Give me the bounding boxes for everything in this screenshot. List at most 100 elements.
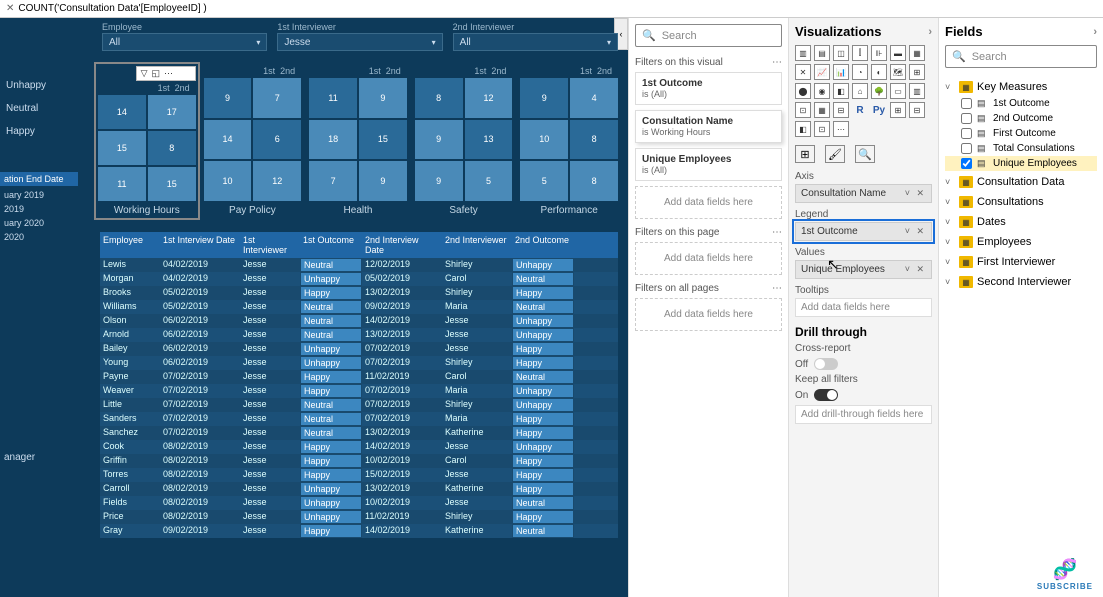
filter-card[interactable]: 1st Outcomeis (All)	[635, 72, 782, 105]
treemap-cell[interactable]: 9	[415, 161, 463, 201]
treemap-cell[interactable]: 14	[98, 95, 146, 129]
table-row[interactable]: Lewis04/02/2019JesseNeutral12/02/2019Shi…	[100, 258, 618, 272]
cross-report-toggle[interactable]	[814, 358, 838, 370]
expand-icon[interactable]: ˅	[945, 197, 955, 207]
viz-type-icon[interactable]: ⊪	[871, 45, 887, 61]
field-item[interactable]: ▤Total Consulations	[945, 141, 1097, 156]
viz-type-icon[interactable]: ⊞	[909, 64, 925, 80]
report-canvas[interactable]: ‹ EmployeeAll1st InterviewerJesse2nd Int…	[0, 18, 628, 597]
table-header-row[interactable]: Employee1st Interview Date1st Interviewe…	[100, 232, 618, 258]
treemap-cell[interactable]: 15	[98, 131, 146, 165]
chevron-right-icon[interactable]: ›	[928, 26, 932, 38]
treemap-cell[interactable]: 9	[359, 161, 407, 201]
table-row[interactable]: Cook08/02/2019JesseHappy14/02/2019JesseU…	[100, 440, 618, 454]
analytics-tab-icon[interactable]: 🔍	[855, 145, 875, 163]
table-row[interactable]: Sanchez07/02/2019JesseNeutral13/02/2019K…	[100, 426, 618, 440]
treemap-cell[interactable]: 11	[98, 167, 146, 201]
field-table-header[interactable]: ˅▦Consultation Data	[945, 173, 1097, 191]
treemap-cell[interactable]: 8	[415, 78, 463, 118]
table-row[interactable]: Williams05/02/2019JesseNeutral09/02/2019…	[100, 300, 618, 314]
table-row[interactable]: Carroll08/02/2019JesseUnhappy13/02/2019K…	[100, 482, 618, 496]
viz-type-icon[interactable]: ⊡	[814, 121, 830, 137]
field-checkbox[interactable]	[961, 98, 972, 109]
fields-search-input[interactable]: 🔍Search	[945, 45, 1097, 68]
treemap-cell[interactable]: 6	[253, 120, 301, 160]
date-filter-item[interactable]: uary 2019	[0, 188, 78, 202]
focus-icon[interactable]: ◱	[152, 68, 161, 79]
field-table-header[interactable]: ˅▦Employees	[945, 233, 1097, 251]
expand-icon[interactable]: ˅	[945, 277, 955, 287]
table-header-cell[interactable]: 1st Interview Date	[160, 232, 240, 258]
table-header-cell[interactable]: 1st Outcome	[300, 232, 362, 258]
treemap-cell[interactable]: 12	[465, 78, 513, 118]
table-row[interactable]: Young06/02/2019JesseUnhappy07/02/2019Shi…	[100, 356, 618, 370]
field-table-header[interactable]: ˅▦Key Measures	[945, 78, 1097, 96]
date-filter-item[interactable]: 2020	[0, 230, 78, 244]
fields-tab-icon[interactable]: ⊞	[795, 145, 815, 163]
viz-type-icon[interactable]: ▥	[795, 45, 811, 61]
viz-type-icon[interactable]: ▥	[909, 83, 925, 99]
axis-well[interactable]: Consultation Name˅ ✕	[795, 184, 932, 203]
field-item[interactable]: ▤First Outcome	[945, 126, 1097, 141]
table-row[interactable]: Gray09/02/2019JesseHappy14/02/2019Kather…	[100, 524, 618, 538]
viz-type-icon[interactable]: 📈	[814, 64, 830, 80]
format-tab-icon[interactable]: 🖌	[825, 145, 845, 163]
date-slicer-header[interactable]: ation End Date	[0, 172, 78, 186]
values-well[interactable]: Unique Employees˅ ✕	[795, 260, 932, 279]
treemap-cell[interactable]: 5	[520, 161, 568, 201]
treemap-cell[interactable]: 7	[309, 161, 357, 201]
table-row[interactable]: Price08/02/2019JesseUnhappy11/02/2019Shi…	[100, 510, 618, 524]
subscribe-badge[interactable]: 🧬 SUBSCRIBE	[1037, 557, 1093, 591]
all-filter-drop[interactable]: Add data fields here	[635, 298, 782, 331]
tooltips-well[interactable]: Add data fields here	[795, 298, 932, 317]
slicer-dropdown[interactable]: All	[453, 33, 618, 51]
field-checkbox[interactable]	[961, 128, 972, 139]
table-header-cell[interactable]: 2nd Interviewer	[442, 232, 512, 258]
filter-icon[interactable]: ▽	[141, 68, 148, 79]
viz-type-icon[interactable]: R	[852, 102, 868, 118]
expand-icon[interactable]: ˅	[945, 177, 955, 187]
viz-type-icon[interactable]: ⋯	[833, 121, 849, 137]
viz-type-icon[interactable]: ◉	[814, 83, 830, 99]
treemap-visual[interactable]: 14171581115	[98, 95, 196, 201]
treemap-cell[interactable]: 4	[570, 78, 618, 118]
table-header-cell[interactable]: 2nd Interview Date	[362, 232, 442, 258]
treemap-cell[interactable]: 13	[465, 120, 513, 160]
outcome-filter-item[interactable]: Neutral	[0, 97, 78, 120]
viz-type-icon[interactable]: ✕	[795, 64, 811, 80]
viz-type-icon[interactable]: ◔	[852, 64, 868, 80]
viz-type-icon[interactable]: ▭	[890, 83, 906, 99]
table-header-cell[interactable]: 2nd Outcome	[512, 232, 574, 258]
treemap-cell[interactable]: 10	[520, 120, 568, 160]
viz-type-icon[interactable]: ▦	[814, 102, 830, 118]
well-actions[interactable]: ˅ ✕	[905, 264, 926, 275]
viz-type-icon[interactable]: ⬤	[795, 83, 811, 99]
page-filter-drop[interactable]: Add data fields here	[635, 242, 782, 275]
table-row[interactable]: Bailey06/02/2019JesseUnhappy07/02/2019Je…	[100, 342, 618, 356]
table-row[interactable]: Weaver07/02/2019JesseHappy07/02/2019Mari…	[100, 384, 618, 398]
viz-type-icon[interactable]: ◐	[871, 64, 887, 80]
treemap-cell[interactable]: 15	[359, 120, 407, 160]
table-row[interactable]: Torres08/02/2019JesseHappy15/02/2019Jess…	[100, 468, 618, 482]
treemap-cell[interactable]: 11	[309, 78, 357, 118]
table-row[interactable]: Sanders07/02/2019JesseNeutral07/02/2019M…	[100, 412, 618, 426]
expand-icon[interactable]: ˅	[945, 257, 955, 267]
treemap-cell[interactable]: 12	[253, 161, 301, 201]
drillthrough-drop[interactable]: Add drill-through fields here	[795, 405, 932, 424]
slicer-dropdown[interactable]: All	[102, 33, 267, 51]
treemap-cell[interactable]: 5	[465, 161, 513, 201]
filter-card[interactable]: Consultation Nameis Working Hours	[635, 110, 782, 143]
treemap-cell[interactable]: 8	[570, 120, 618, 160]
expand-icon[interactable]: ˅	[945, 82, 955, 92]
more-icon[interactable]: ⋯	[772, 283, 782, 294]
treemap-visual[interactable]: 119181579	[309, 78, 407, 201]
legend-well[interactable]: 1st Outcome˅ ✕	[795, 222, 932, 241]
field-item[interactable]: ▤2nd Outcome	[945, 111, 1097, 126]
viz-type-icon[interactable]: ◫	[833, 45, 849, 61]
treemap-cell[interactable]: 14	[204, 120, 252, 160]
treemap-cell[interactable]: 9	[520, 78, 568, 118]
outcome-filter-item[interactable]: Happy	[0, 120, 78, 143]
field-checkbox[interactable]	[961, 143, 972, 154]
table-row[interactable]: Fields08/02/2019JesseUnhappy10/02/2019Je…	[100, 496, 618, 510]
viz-type-icon[interactable]: ⊟	[909, 102, 925, 118]
